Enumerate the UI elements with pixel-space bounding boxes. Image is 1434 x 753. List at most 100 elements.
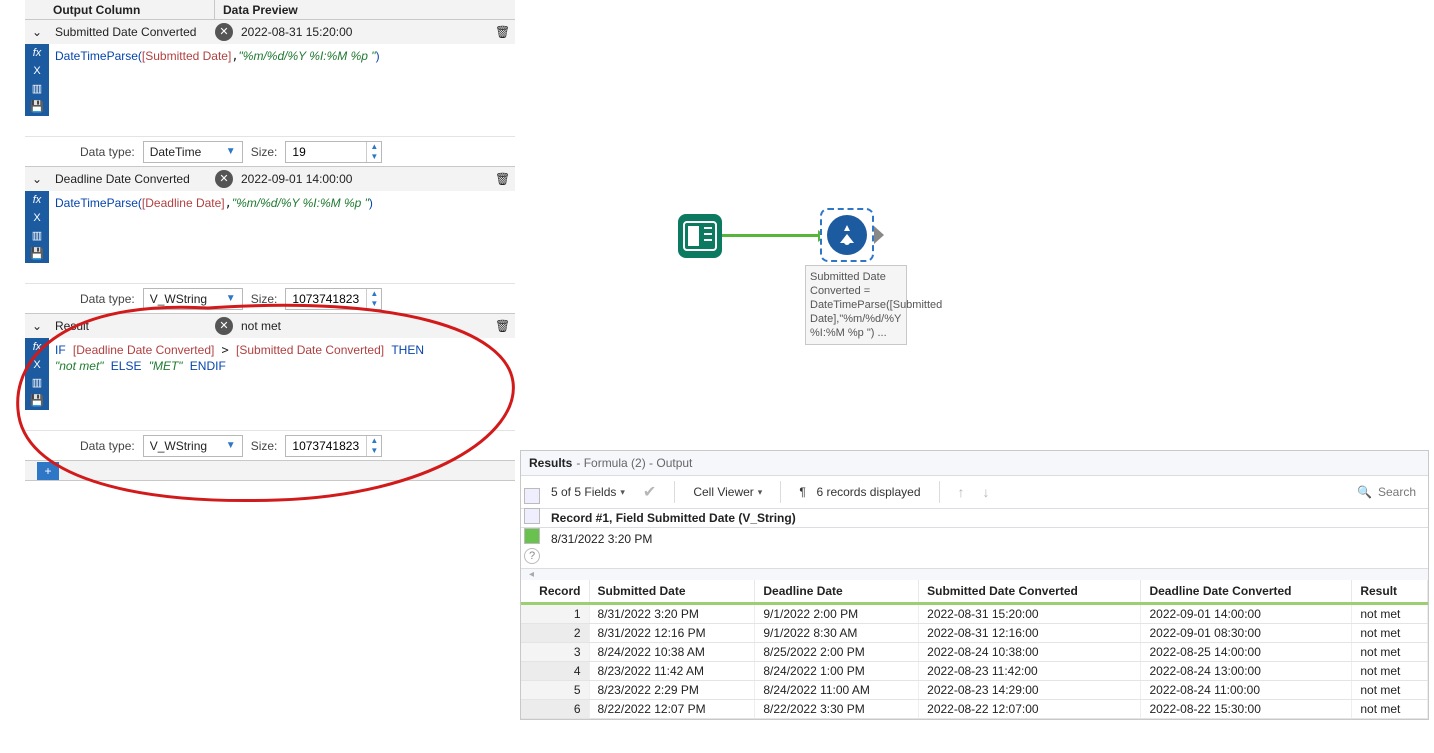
cell[interactable]: 8/24/2022 10:38 AM xyxy=(589,643,755,662)
cell[interactable]: not met xyxy=(1352,643,1428,662)
col-header[interactable]: Deadline Date Converted xyxy=(1141,580,1352,604)
workflow-canvas[interactable]: Submitted Date Converted = DateTimeParse… xyxy=(520,0,1434,450)
save-button[interactable]: 💾 xyxy=(25,98,49,116)
size-up-icon[interactable]: ▲ xyxy=(367,142,381,152)
cell[interactable]: 2 xyxy=(521,624,589,643)
clear-column-icon[interactable]: ✕ xyxy=(215,170,233,188)
cell[interactable]: 2022-08-24 11:00:00 xyxy=(1141,681,1352,700)
fields-selector[interactable]: 5 of 5 Fields ▾ xyxy=(551,485,625,499)
cell[interactable]: 9/1/2022 2:00 PM xyxy=(755,604,919,624)
cell[interactable]: 9/1/2022 8:30 AM xyxy=(755,624,919,643)
cell[interactable]: 3 xyxy=(521,643,589,662)
next-record-button[interactable]: ↓ xyxy=(983,484,990,500)
layout-icon[interactable] xyxy=(524,488,540,504)
cell[interactable]: 8/31/2022 12:16 PM xyxy=(589,624,755,643)
output-column-name[interactable]: Submitted Date Converted xyxy=(49,25,209,39)
cell[interactable]: not met xyxy=(1352,700,1428,719)
cell[interactable]: 2022-08-23 14:29:00 xyxy=(919,681,1141,700)
cell[interactable]: 8/24/2022 1:00 PM xyxy=(755,662,919,681)
size-up-icon[interactable]: ▲ xyxy=(367,436,381,446)
data-icon[interactable] xyxy=(524,528,540,544)
formula-output-anchor[interactable] xyxy=(874,226,884,244)
expression-editor[interactable]: DateTimeParse([Submitted Date],"%m/%d/%Y… xyxy=(49,44,515,136)
cell[interactable]: 2022-08-31 15:20:00 xyxy=(919,604,1141,624)
cell[interactable]: 4 xyxy=(521,662,589,681)
size-input[interactable]: ▲▼ xyxy=(285,141,382,163)
cell[interactable]: not met xyxy=(1352,662,1428,681)
apply-check-icon[interactable]: ✔ xyxy=(643,482,656,502)
prev-record-button[interactable]: ↑ xyxy=(958,484,965,500)
data-type-dropdown[interactable]: V_WString▼ xyxy=(143,435,243,457)
cell[interactable]: 2022-08-24 13:00:00 xyxy=(1141,662,1352,681)
fx-button[interactable]: fx xyxy=(25,338,49,356)
cell[interactable]: 2022-08-24 10:38:00 xyxy=(919,643,1141,662)
cell[interactable]: 8/24/2022 11:00 AM xyxy=(755,681,919,700)
cell[interactable]: 2022-09-01 08:30:00 xyxy=(1141,624,1352,643)
formula-tool[interactable] xyxy=(820,208,874,262)
cell[interactable]: not met xyxy=(1352,624,1428,643)
table-row[interactable]: 28/31/2022 12:16 PM9/1/2022 8:30 AM 2022-… xyxy=(521,624,1428,643)
delete-block-icon[interactable]: 🗑 xyxy=(495,25,515,39)
clear-column-icon[interactable]: ✕ xyxy=(215,317,233,335)
cell[interactable]: 2022-08-22 15:30:00 xyxy=(1141,700,1352,719)
cell[interactable]: 8/23/2022 2:29 PM xyxy=(589,681,755,700)
help-icon[interactable]: ? xyxy=(524,548,540,564)
delete-block-icon[interactable]: 🗑 xyxy=(495,172,515,186)
table-row[interactable]: 58/23/2022 2:29 PM8/24/2022 11:00 AM2022… xyxy=(521,681,1428,700)
output-column-name[interactable]: Deadline Date Converted xyxy=(49,172,209,186)
cell[interactable]: 2022-08-22 12:07:00 xyxy=(919,700,1141,719)
cell[interactable]: 8/23/2022 11:42 AM xyxy=(589,662,755,681)
collapse-chevron-icon[interactable]: ⌄ xyxy=(25,25,49,39)
col-header[interactable]: Record xyxy=(521,580,589,604)
var-button[interactable]: X xyxy=(25,356,49,374)
table-row[interactable]: 38/24/2022 10:38 AM8/25/2022 2:00 PM2022… xyxy=(521,643,1428,662)
table-row[interactable]: 18/31/2022 3:20 PM9/1/2022 2:00 PM2022-0… xyxy=(521,604,1428,624)
size-down-icon[interactable]: ▼ xyxy=(367,152,381,162)
folder-button[interactable]: ▥ xyxy=(25,374,49,392)
cell[interactable]: 8/22/2022 3:30 PM xyxy=(755,700,919,719)
col-header[interactable]: Submitted Date Converted xyxy=(919,580,1141,604)
size-up-icon[interactable]: ▲ xyxy=(367,289,381,299)
expression-editor[interactable]: IF [Deadline Date Converted] > [Submitte… xyxy=(49,338,515,430)
cell[interactable]: 2022-08-23 11:42:00 xyxy=(919,662,1141,681)
col-header[interactable]: Result xyxy=(1352,580,1428,604)
col-header[interactable]: Submitted Date xyxy=(589,580,755,604)
collapse-chevron-icon[interactable]: ⌄ xyxy=(25,172,49,186)
data-type-dropdown[interactable]: V_WString▼ xyxy=(143,288,243,310)
cell[interactable]: 2022-09-01 14:00:00 xyxy=(1141,604,1352,624)
var-button[interactable]: X xyxy=(25,209,49,227)
folder-button[interactable]: ▥ xyxy=(25,227,49,245)
search-box[interactable]: 🔍Search xyxy=(1357,485,1416,499)
cell[interactable]: 6 xyxy=(521,700,589,719)
cell[interactable]: 8/25/2022 2:00 PM xyxy=(755,643,919,662)
fx-button[interactable]: fx xyxy=(25,44,49,62)
clear-column-icon[interactable]: ✕ xyxy=(215,23,233,41)
table-row[interactable]: 68/22/2022 12:07 PM8/22/2022 3:30 PM2022… xyxy=(521,700,1428,719)
fx-button[interactable]: fx xyxy=(25,191,49,209)
expression-editor[interactable]: DateTimeParse([Deadline Date],"%m/%d/%Y … xyxy=(49,191,515,283)
var-button[interactable]: X xyxy=(25,62,49,80)
collapse-chevron-icon[interactable]: ⌄ xyxy=(25,319,49,333)
cell[interactable]: 8/31/2022 3:20 PM xyxy=(589,604,755,624)
cell[interactable]: 5 xyxy=(521,681,589,700)
save-button[interactable]: 💾 xyxy=(25,392,49,410)
folder-button[interactable]: ▥ xyxy=(25,80,49,98)
size-down-icon[interactable]: ▼ xyxy=(367,299,381,309)
data-type-dropdown[interactable]: DateTime▼ xyxy=(143,141,243,163)
add-expression-button[interactable]: + xyxy=(37,462,59,480)
size-down-icon[interactable]: ▼ xyxy=(367,446,381,456)
col-header[interactable]: Deadline Date xyxy=(755,580,919,604)
cell-viewer-dropdown[interactable]: Cell Viewer ▾ xyxy=(693,485,762,499)
save-button[interactable]: 💾 xyxy=(25,245,49,263)
cell[interactable]: 2022-08-25 14:00:00 xyxy=(1141,643,1352,662)
text-input-tool[interactable] xyxy=(678,214,722,258)
delete-block-icon[interactable]: 🗑 xyxy=(495,319,515,333)
output-column-name[interactable]: Result xyxy=(49,319,209,333)
connection-wire[interactable] xyxy=(722,234,820,237)
cell[interactable]: 8/22/2022 12:07 PM xyxy=(589,700,755,719)
cell[interactable]: not met xyxy=(1352,681,1428,700)
size-input[interactable]: ▲▼ xyxy=(285,288,382,310)
cell[interactable]: not met xyxy=(1352,604,1428,624)
size-input[interactable]: ▲▼ xyxy=(285,435,382,457)
results-table[interactable]: RecordSubmitted DateDeadline DateSubmitt… xyxy=(521,580,1428,719)
